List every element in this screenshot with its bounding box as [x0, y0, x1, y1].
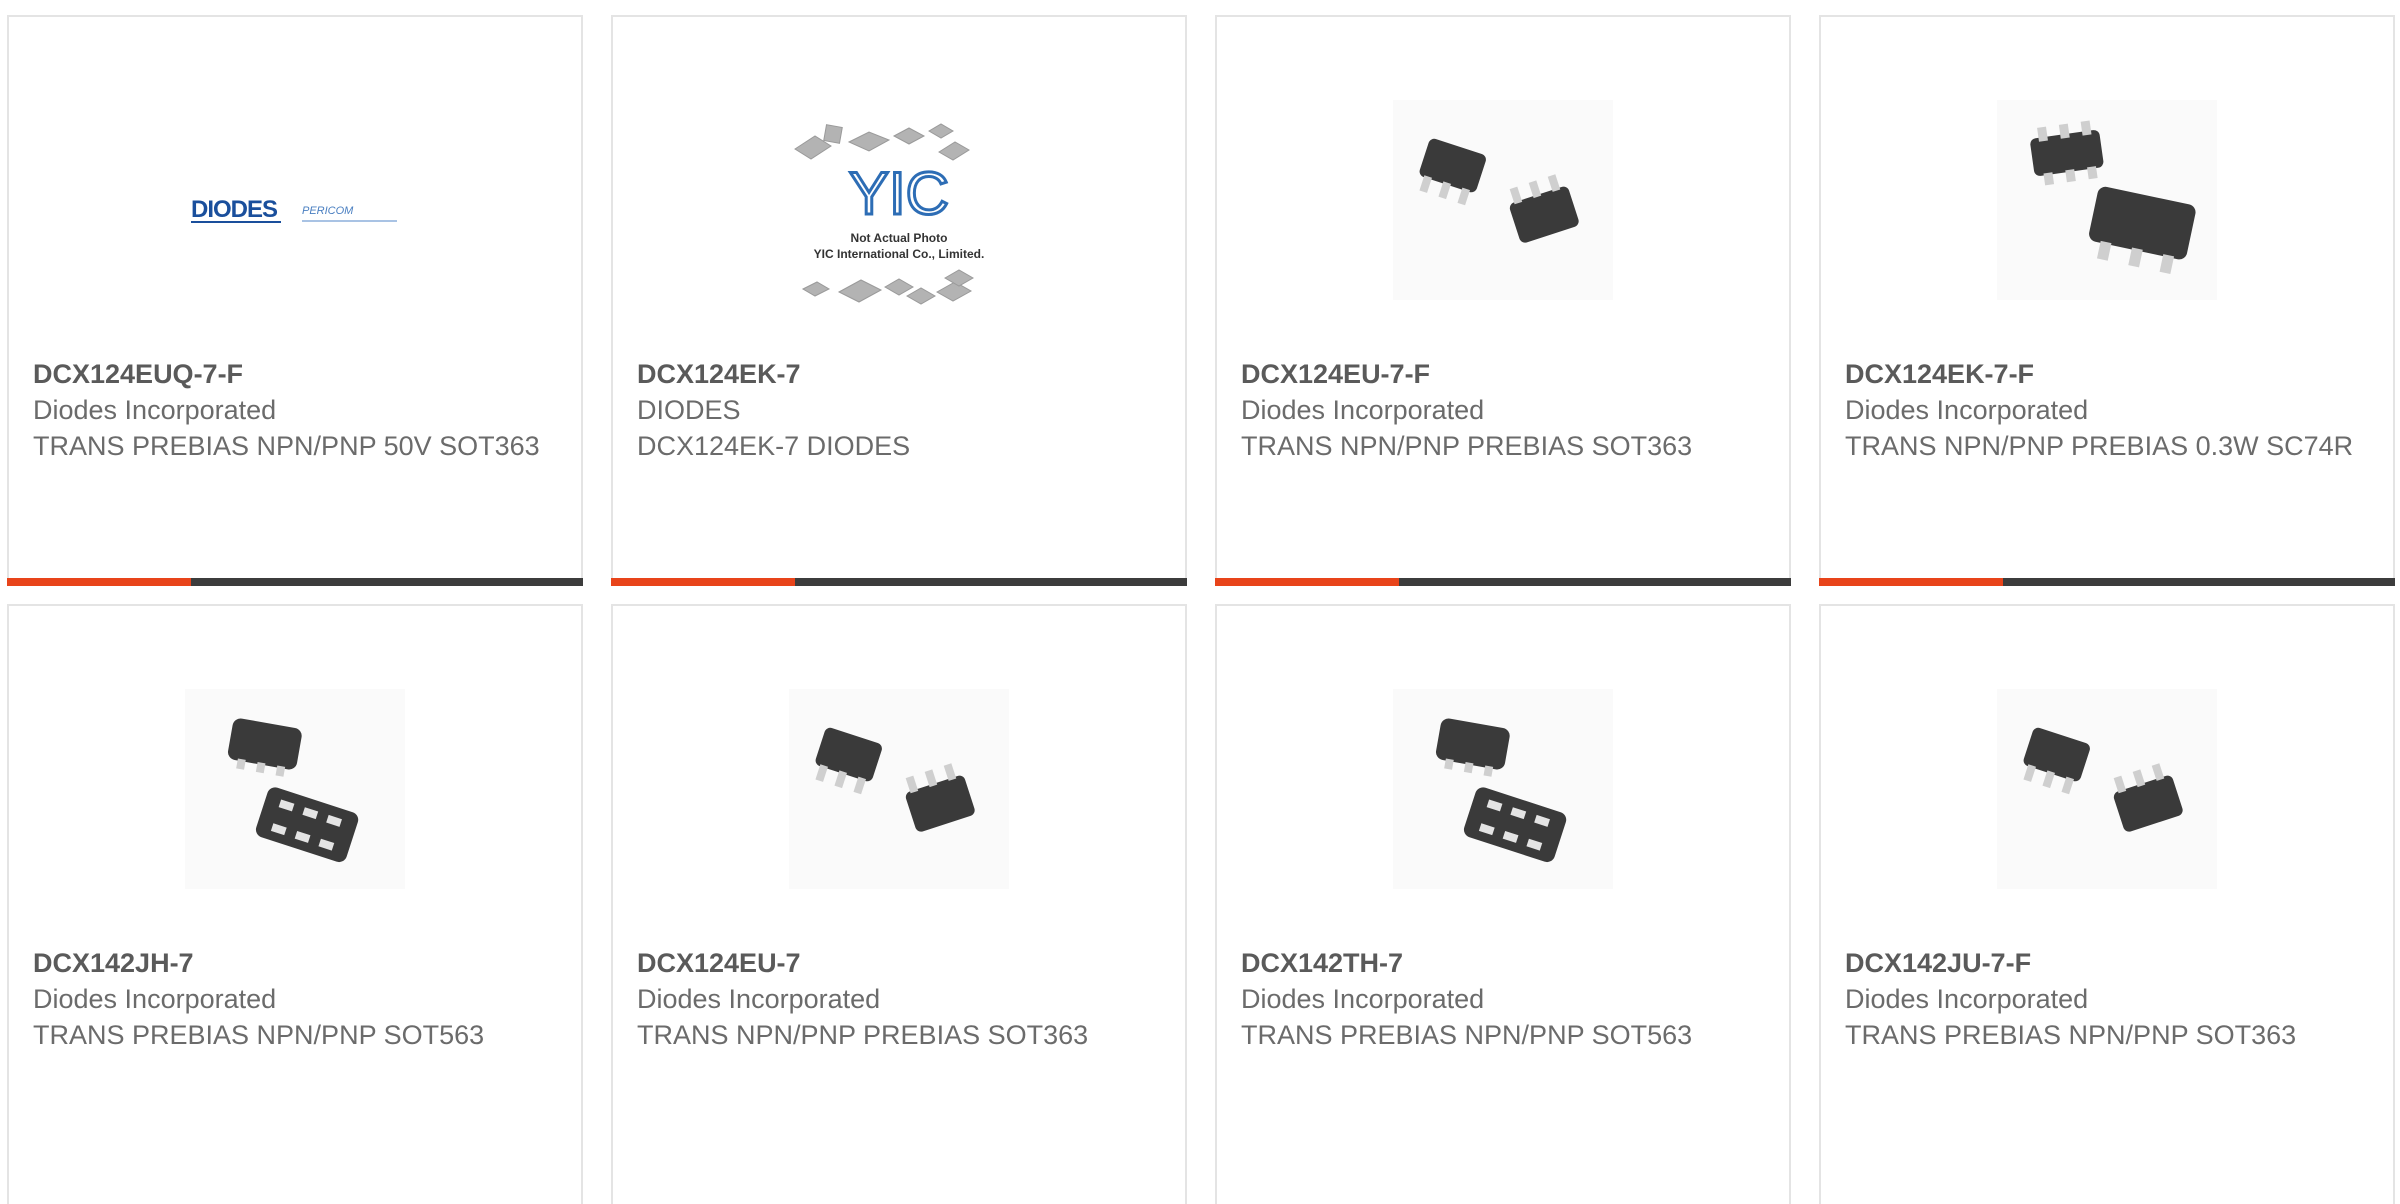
- sot563-chip-photo: [185, 689, 405, 889]
- card-bottom-bar: [7, 578, 583, 586]
- manufacturer: DIODES: [637, 395, 741, 425]
- description: TRANS NPN/PNP PREBIAS SOT363: [637, 1020, 1089, 1050]
- product-info: DCX124EUQ-7-F Diodes Incorporated TRANS …: [33, 356, 561, 464]
- manufacturer: Diodes Incorporated: [1845, 984, 2089, 1014]
- sot363-chip-photo: [1393, 100, 1613, 300]
- diodes-logo-image: DIODES PERICOM: [191, 196, 397, 223]
- description: TRANS PREBIAS NPN/PNP SOT563: [1241, 1020, 1693, 1050]
- description: TRANS NPN/PNP PREBIAS 0.3W SC74R: [1845, 431, 2354, 461]
- part-number[interactable]: DCX142JU-7-F: [1845, 945, 2373, 981]
- product-image[interactable]: DIODES PERICOM: [185, 84, 405, 314]
- sot363-chip-photo: [1997, 689, 2217, 889]
- manufacturer: Diodes Incorporated: [637, 984, 881, 1014]
- manufacturer: Diodes Incorporated: [33, 395, 277, 425]
- svg-text:Not Actual Photo: Not Actual Photo: [851, 231, 948, 245]
- product-image[interactable]: [1997, 673, 2217, 903]
- card-bottom-bar: [1215, 578, 1791, 586]
- product-card[interactable]: DCX142JU-7-F Diodes Incorporated TRANS P…: [1819, 604, 2395, 1204]
- description: TRANS NPN/PNP PREBIAS SOT363: [1241, 431, 1693, 461]
- description: TRANS PREBIAS NPN/PNP SOT563: [33, 1020, 485, 1050]
- product-info: DCX124EU-7 Diodes Incorporated TRANS NPN…: [637, 945, 1165, 1053]
- description: TRANS PREBIAS NPN/PNP SOT363: [1845, 1020, 2297, 1050]
- card-accent-bar: [7, 578, 191, 586]
- product-card[interactable]: DCX124EU-7 Diodes Incorporated TRANS NPN…: [611, 604, 1187, 1204]
- svg-text:YIC International Co., Limited: YIC International Co., Limited.: [814, 247, 985, 261]
- sot563-chip-photo: [1393, 689, 1613, 889]
- manufacturer: Diodes Incorporated: [1845, 395, 2089, 425]
- product-card[interactable]: DCX124EK-7-F Diodes Incorporated TRANS N…: [1819, 15, 2395, 586]
- product-image[interactable]: [1997, 84, 2217, 314]
- part-number[interactable]: DCX124EU-7-F: [1241, 356, 1769, 392]
- part-number[interactable]: DCX142JH-7: [33, 945, 561, 981]
- product-image[interactable]: [1393, 673, 1613, 903]
- product-info: DCX142JH-7 Diodes Incorporated TRANS PRE…: [33, 945, 561, 1053]
- product-info: DCX142JU-7-F Diodes Incorporated TRANS P…: [1845, 945, 2373, 1053]
- card-bottom-bar: [1819, 578, 2395, 586]
- part-number[interactable]: DCX124EU-7: [637, 945, 1165, 981]
- card-accent-bar: [1819, 578, 2003, 586]
- svg-text:DIODES: DIODES: [191, 196, 278, 223]
- description: DCX124EK-7 DIODES: [637, 431, 911, 461]
- sc74r-chip-photo: [1997, 100, 2217, 300]
- sot363-chip-photo: [789, 689, 1009, 889]
- product-info: DCX124EK-7-F Diodes Incorporated TRANS N…: [1845, 356, 2373, 464]
- card-accent-bar: [611, 578, 795, 586]
- manufacturer: Diodes Incorporated: [1241, 984, 1485, 1014]
- card-bottom-bar: [611, 578, 1187, 586]
- product-card[interactable]: DCX142JH-7 Diodes Incorporated TRANS PRE…: [7, 604, 583, 1204]
- description: TRANS PREBIAS NPN/PNP 50V SOT363: [33, 431, 540, 461]
- product-card[interactable]: DCX124EU-7-F Diodes Incorporated TRANS N…: [1215, 15, 1791, 586]
- svg-text:YIC: YIC: [849, 160, 949, 227]
- product-image[interactable]: YIC Not Actual Photo YIC International C…: [789, 84, 1009, 314]
- product-image[interactable]: [789, 673, 1009, 903]
- product-grid: DIODES PERICOM DCX124EUQ-7-F Diodes Inco…: [0, 0, 2400, 1204]
- product-image[interactable]: [185, 673, 405, 903]
- product-info: DCX124EU-7-F Diodes Incorporated TRANS N…: [1241, 356, 1769, 464]
- product-info: DCX124EK-7 DIODES DCX124EK-7 DIODES: [637, 356, 1165, 464]
- manufacturer: Diodes Incorporated: [1241, 395, 1485, 425]
- yic-placeholder-image: YIC Not Actual Photo YIC International C…: [794, 123, 985, 305]
- svg-text:PERICOM: PERICOM: [302, 205, 354, 217]
- manufacturer: Diodes Incorporated: [33, 984, 277, 1014]
- product-info: DCX142TH-7 Diodes Incorporated TRANS PRE…: [1241, 945, 1769, 1053]
- part-number[interactable]: DCX124EK-7-F: [1845, 356, 2373, 392]
- product-card[interactable]: YIC Not Actual Photo YIC International C…: [611, 15, 1187, 586]
- product-card[interactable]: DCX142TH-7 Diodes Incorporated TRANS PRE…: [1215, 604, 1791, 1204]
- part-number[interactable]: DCX124EK-7: [637, 356, 1165, 392]
- part-number[interactable]: DCX124EUQ-7-F: [33, 356, 561, 392]
- part-number[interactable]: DCX142TH-7: [1241, 945, 1769, 981]
- product-card[interactable]: DIODES PERICOM DCX124EUQ-7-F Diodes Inco…: [7, 15, 583, 586]
- card-accent-bar: [1215, 578, 1399, 586]
- product-image[interactable]: [1393, 84, 1613, 314]
